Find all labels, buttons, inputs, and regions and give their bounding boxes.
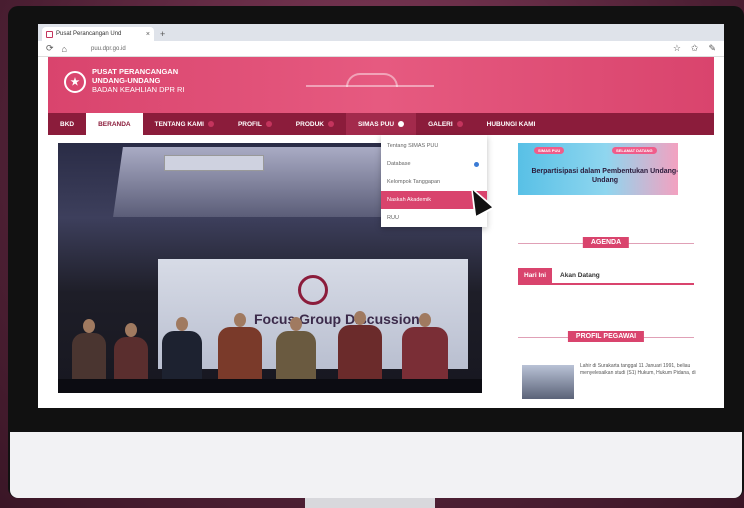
nav-item-simas-puu[interactable]: SIMAS PUU (345, 113, 417, 135)
nav-label: PROFIL (237, 120, 262, 128)
employee-bio: Lahir di Surakarta tanggal 11 Januari 19… (580, 363, 696, 376)
url-field[interactable]: puu.dpr.go.id (91, 46, 126, 52)
site-header: ★ PUSAT PERANCANGAN UNDANG-UNDANG BADAN … (48, 57, 714, 113)
main-nav: BKD BERANDA TENTANG KAMI PROFIL PRODUK S… (48, 113, 714, 135)
dropdown-label: Tentang SIMAS PUU (387, 143, 439, 149)
logo-line-1: PUSAT PERANCANGAN (92, 67, 179, 76)
profile-section: PROFIL PEGAWAI (518, 331, 694, 343)
close-icon[interactable]: × (146, 31, 150, 38)
browser-screen: Pusat Perancangan Und × + ⟳ ⌂ puu.dpr.go… (38, 24, 724, 408)
pen-icon[interactable]: ✎ (708, 43, 716, 54)
nav-label: GALERI (428, 120, 453, 128)
banner-title: Berpartisipasi dalam Pembentukan Undang-… (531, 168, 678, 184)
logo-line-3: BADAN KEAHLIAN DPR RI (92, 85, 185, 94)
banner-text: Focus Group Discussion (254, 311, 420, 327)
participation-banner[interactable]: SIMAS PUU SELAMAT DATANG Berpartisipasi … (518, 143, 678, 195)
address-bar: ⟳ ⌂ puu.dpr.go.id ☆ ✩ ✎ (38, 41, 724, 57)
nav-item-profil[interactable]: PROFIL (226, 113, 284, 135)
dpr-logo-icon[interactable]: ★ (64, 71, 86, 93)
dropdown-item-database[interactable]: Database (381, 155, 487, 173)
nav-item-produk[interactable]: PRODUK (284, 113, 346, 135)
nav-item-hubungi-kami[interactable]: HUBUNGI KAMI (475, 113, 548, 135)
site-favicon-icon (46, 30, 53, 38)
nav-item-galeri[interactable]: GALERI (416, 113, 475, 135)
chevron-down-icon (207, 121, 214, 127)
chevron-down-icon (327, 121, 334, 127)
new-tab-button[interactable]: + (154, 27, 171, 41)
nav-label: SIMAS PUU (357, 120, 395, 128)
nav-label: TENTANG KAMI (154, 120, 204, 128)
nav-label: BERANDA (98, 120, 131, 128)
reload-icon[interactable]: ⟳ (46, 43, 54, 54)
favorite-star-icon[interactable]: ☆ (673, 43, 681, 54)
dropdown-label: Kelompok Tanggapan (387, 179, 441, 185)
nav-item-bkd[interactable]: BKD (48, 113, 86, 135)
monitor-chin (10, 432, 742, 498)
banner-pill-left: SIMAS PUU (534, 147, 565, 154)
dropdown-label: Database (387, 161, 411, 167)
chevron-down-icon (398, 121, 405, 127)
home-icon[interactable]: ⌂ (62, 44, 67, 54)
nav-item-tentang-kami[interactable]: TENTANG KAMI (143, 113, 226, 135)
dropdown-label: Naskah Akademik (387, 197, 432, 203)
tab-bar: Pusat Perancangan Und × + (38, 24, 724, 41)
banner-pill-right: SELAMAT DATANG (612, 147, 657, 154)
logo-line-2: UNDANG-UNDANG (92, 76, 161, 85)
monitor-stand (305, 498, 435, 508)
page-content: Focus Group Discussion Tentang SIMAS PUU… (48, 135, 714, 408)
browser-tab[interactable]: Pusat Perancangan Und × (42, 27, 154, 41)
nav-label: PRODUK (295, 120, 324, 128)
agenda-tabs: Hari Ini Akan Datang (518, 267, 694, 285)
agenda-title: AGENDA (582, 237, 630, 248)
chevron-down-icon (456, 121, 463, 127)
nav-label: HUBUNGI KAMI (486, 120, 536, 128)
tab-hari-ini[interactable]: Hari Ini (518, 267, 553, 283)
nav-label: BKD (60, 120, 75, 128)
employee-photo[interactable] (522, 365, 574, 399)
dropdown-label: RUU (387, 215, 399, 221)
favorites-list-icon[interactable]: ✩ (691, 43, 699, 54)
tab-akan-datang[interactable]: Akan Datang (560, 272, 600, 279)
dropdown-item-tentang[interactable]: Tentang SIMAS PUU (381, 137, 487, 155)
ceiling-vent-graphic (164, 155, 264, 171)
site-logo-text[interactable]: PUSAT PERANCANGAN UNDANG-UNDANG BADAN KE… (92, 67, 185, 94)
nav-item-beranda[interactable]: BERANDA (86, 113, 143, 135)
ceiling-graphic (113, 147, 423, 217)
indicator-dot-icon (474, 161, 479, 167)
seal-icon (298, 275, 328, 305)
agenda-section: AGENDA (518, 237, 694, 249)
tab-title: Pusat Perancangan Und (56, 31, 122, 37)
parliament-building-graphic (306, 73, 434, 111)
profile-title: PROFIL PEGAWAI (567, 331, 645, 342)
chevron-down-icon (265, 121, 272, 127)
stage-table (58, 379, 482, 393)
